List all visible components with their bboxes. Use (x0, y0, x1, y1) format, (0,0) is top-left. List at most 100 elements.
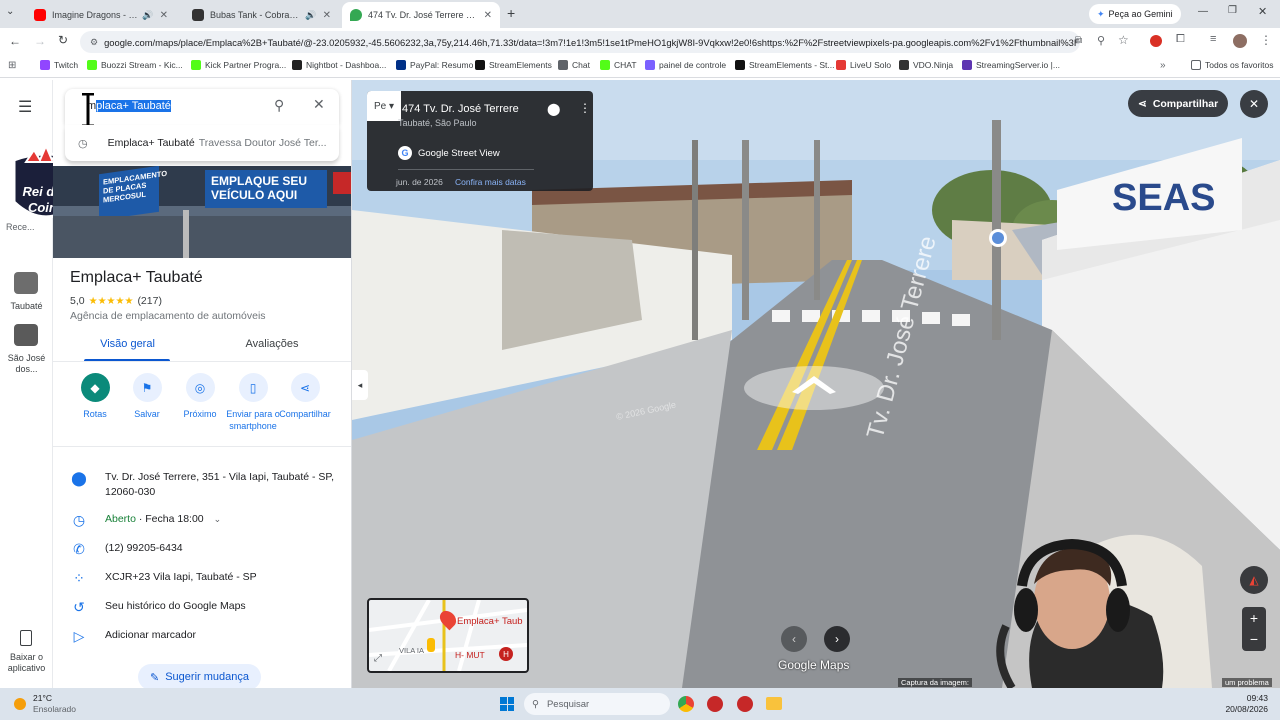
minimap[interactable]: Emplaca+ Taub VILA IA H- MUT H ⤢ (367, 598, 529, 673)
pegman-menu-button[interactable]: Pe ▾ (367, 91, 401, 121)
tab-kick[interactable]: Bubas Tank - Cobras — Bai 🔊 ✕ (184, 2, 339, 28)
send-to-phone-button[interactable]: ▯ Enviar para o smartphone (223, 373, 283, 432)
back-arrow-icon[interactable]: ← (9, 34, 21, 48)
place-photo[interactable]: EMPLACAMENTO DE PLACAS MERCOSUL EMPLAQUE… (53, 166, 351, 258)
bookmark-liveu[interactable]: LiveU Solo (836, 60, 891, 70)
share-label: Compartilhar (1152, 97, 1219, 110)
search-box[interactable]: mplaca+ Taubaté ⚲ ✕ (65, 89, 339, 128)
address-bar[interactable]: ⚙ google.com/maps/place/Emplaca%2B+Tauba… (80, 31, 1080, 53)
collapse-panel-button[interactable]: ◂ (352, 370, 368, 400)
bookmark-chat[interactable]: Chat (558, 60, 590, 70)
street-view[interactable]: SEAS Tv. Dr. José Terrere © 2026 Google … (352, 80, 1280, 688)
reload-icon[interactable]: ↻ (58, 33, 68, 47)
hamburger-menu-icon[interactable]: ☰ (18, 97, 32, 117)
tab-reviews[interactable]: Avaliações (202, 338, 342, 350)
tab-overview[interactable]: Visão geral (53, 338, 202, 350)
close-tab-icon[interactable]: ✕ (160, 10, 168, 21)
close-window-button[interactable]: ✕ (1258, 5, 1267, 18)
zoom-icon[interactable]: ⚲ (1097, 34, 1105, 47)
bookmark-kick-partner[interactable]: Kick Partner Progra... (191, 60, 286, 70)
weather-sun-icon[interactable] (14, 698, 26, 710)
previous-arrow-button[interactable]: ‹ (781, 626, 807, 652)
address-row[interactable]: ⬤ Tv. Dr. José Terrere, 351 - Vila Iapi,… (53, 470, 351, 500)
nearby-button[interactable]: ◎ Próximo (170, 373, 230, 420)
close-tab-icon[interactable]: ✕ (323, 10, 331, 21)
expand-minimap-icon[interactable]: ⤢ (374, 653, 382, 664)
location-pin-icon[interactable]: ⬤ (547, 102, 560, 116)
maximize-button[interactable]: ❐ (1228, 5, 1237, 16)
action-label: Compartilhar (279, 409, 331, 419)
bookmark-chat-kick[interactable]: CHAT (600, 60, 637, 70)
more-options-icon[interactable]: ⋮ (579, 101, 591, 115)
more-bookmarks-icon[interactable]: » (1160, 60, 1166, 71)
search-icon[interactable]: ⚲ (274, 97, 284, 114)
bookmark-buozzi[interactable]: Buozzi Stream - Kic... (87, 60, 183, 70)
chevron-down-icon[interactable]: ⌄ (214, 514, 222, 524)
place-category[interactable]: Agência de emplacamento de automóveis (70, 310, 266, 322)
tab-maps[interactable]: 474 Tv. Dr. José Terrere - Goog ✕ (342, 2, 500, 28)
minimize-button[interactable]: — (1198, 6, 1208, 17)
download-app-link[interactable]: Baixar o aplicativo (0, 652, 53, 674)
move-arrow[interactable] (744, 366, 884, 410)
share-street-view-button[interactable]: ⋖ Compartilhar (1128, 90, 1229, 117)
taskbar-search[interactable]: ⚲ Pesquisar (524, 693, 670, 715)
pluscode-row[interactable]: ⁘ XCJR+23 Vila Iapi, Taubaté - SP (53, 570, 351, 587)
directions-button[interactable]: ◆ Rotas (65, 373, 125, 420)
search-input-text[interactable]: mplaca+ Taubaté (87, 100, 171, 112)
bookmark-star-icon[interactable]: ☆ (1118, 33, 1129, 47)
chrome-icon[interactable] (678, 696, 694, 712)
bookmark-painel[interactable]: painel de controle (645, 60, 726, 70)
install-icon[interactable]: ⧉ (1075, 35, 1082, 46)
extensions-puzzle-icon[interactable]: ⧠ (1176, 33, 1185, 46)
phone-row[interactable]: ✆ (12) 99205-6434 (53, 541, 351, 558)
clear-search-icon[interactable]: ✕ (313, 96, 325, 113)
bookmark-twitch[interactable]: Twitch (40, 60, 78, 70)
forward-arrow-icon[interactable]: → (34, 34, 46, 48)
site-info-icon[interactable]: ⚙ (90, 37, 98, 48)
search-suggestion[interactable]: ◷ Emplaca+ Taubaté Travessa Doutor José … (65, 125, 339, 161)
tab-youtube[interactable]: Imagine Dragons - Believer 🔊 ✕ (26, 2, 176, 28)
all-bookmarks[interactable]: Todos os favoritos (1191, 60, 1274, 70)
history-row[interactable]: ↺ Seu histórico do Google Maps (53, 599, 351, 616)
app-icon-red-2[interactable] (737, 696, 753, 712)
reading-list-icon[interactable]: ≡ (1210, 33, 1216, 45)
rating-row[interactable]: 5,0 ★★★★★ (217) (70, 295, 162, 307)
profile-avatar[interactable] (1233, 34, 1247, 48)
taubate-thumbnail[interactable] (14, 272, 38, 294)
file-explorer-icon[interactable] (766, 697, 782, 710)
gemini-button[interactable]: ✦ Peça ao Gemini (1089, 4, 1181, 24)
clock-time[interactable]: 09:43 (1236, 693, 1268, 703)
weather-desc[interactable]: Ensolarado (33, 704, 76, 714)
rail-item-sao-jose[interactable]: São José dos... (0, 353, 53, 375)
bookmark-nightbot[interactable]: Nightbot - Dashboa... (292, 60, 386, 70)
close-tab-icon[interactable]: ✕ (484, 10, 492, 21)
close-street-view-button[interactable]: ✕ (1240, 90, 1268, 118)
new-tab-button[interactable]: + (507, 5, 515, 21)
bookmark-streamelements[interactable]: StreamElements (475, 60, 552, 70)
hours-row[interactable]: ◷ Aberto · Fecha 18:00 ⌄ (53, 512, 351, 529)
share-button[interactable]: ⋖ Compartilhar (275, 373, 335, 420)
sao-jose-thumbnail[interactable] (14, 324, 38, 346)
weather-temp[interactable]: 21°C (33, 693, 52, 703)
app-icon-red[interactable] (707, 696, 723, 712)
suggest-edit-button[interactable]: ✎ Sugerir mudança (138, 664, 261, 688)
bookmark-vdoninja[interactable]: VDO.Ninja (899, 60, 953, 70)
tab-search-icon[interactable]: ⌄ (6, 6, 14, 17)
clock-date[interactable]: 20/08/2026 (1222, 704, 1268, 714)
bookmark-streamelements-2[interactable]: StreamElements - St... (735, 60, 835, 70)
label-row[interactable]: ▷ Adicionar marcador (53, 628, 351, 645)
save-button[interactable]: ⚑ Salvar (117, 373, 177, 420)
rail-item-taubate[interactable]: Taubaté (0, 301, 53, 311)
kick-icon (600, 60, 610, 70)
gemini-label: Peça ao Gemini (1108, 9, 1173, 19)
bookmark-paypal[interactable]: PayPal: Resumo (396, 60, 473, 70)
audio-icon[interactable]: 🔊 (142, 10, 153, 21)
browser-menu-icon[interactable]: ⋮ (1260, 33, 1272, 47)
more-dates-link[interactable]: Confira mais datas (455, 177, 526, 187)
next-arrow-button[interactable]: › (824, 626, 850, 652)
bookmark-streamingserver[interactable]: StreamingServer.io |... (962, 60, 1060, 70)
extension-icon[interactable] (1150, 35, 1162, 47)
apps-grid-icon[interactable]: ⊞ (8, 60, 16, 71)
windows-start-icon[interactable] (500, 697, 514, 711)
audio-icon[interactable]: 🔊 (305, 10, 316, 21)
